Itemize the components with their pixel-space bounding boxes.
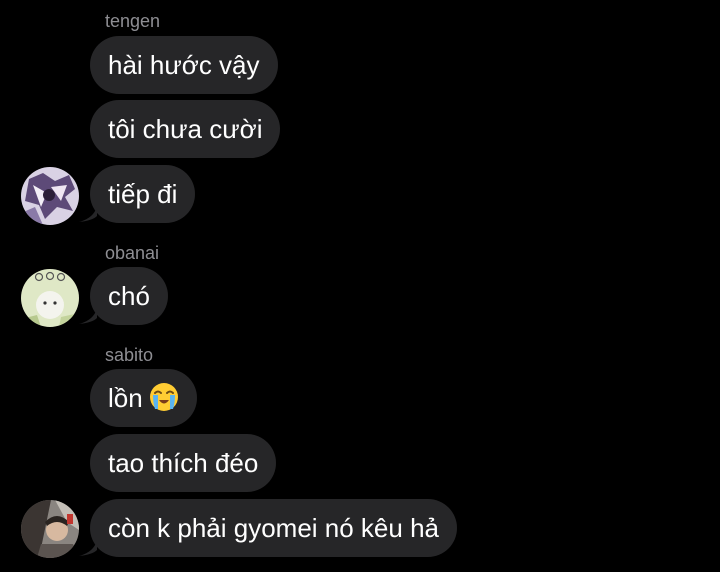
avatar-image	[21, 167, 79, 225]
avatar-image	[21, 500, 79, 558]
message-text: lồn	[108, 383, 143, 413]
sender-name-tengen: tengen	[105, 11, 161, 31]
message-bubble[interactable]: lồn	[90, 369, 197, 427]
message-text: chó	[108, 281, 150, 311]
avatar-image	[21, 269, 79, 327]
message-bubble[interactable]: chó	[90, 267, 168, 325]
bubble-tail	[79, 206, 97, 222]
message-bubble[interactable]: hài hước vậy	[90, 36, 278, 94]
bubble-tail	[79, 540, 97, 556]
avatar-sabito[interactable]	[21, 500, 79, 558]
sender-name-sabito: sabito	[105, 345, 154, 365]
avatar-tengen[interactable]	[21, 167, 79, 225]
message-text: hài hước vậy	[108, 50, 260, 80]
message-text: tao thích đéo	[108, 448, 259, 478]
message-text: tiếp đi	[108, 179, 178, 209]
loudly-crying-face-emoji	[149, 383, 178, 411]
message-bubble[interactable]: tao thích đéo	[90, 434, 277, 492]
message-text: còn k phải gyomei nó kêu hả	[108, 513, 439, 543]
message-bubble[interactable]: tôi chưa cười	[90, 100, 281, 158]
message-bubble[interactable]: còn k phải gyomei nó kêu hả	[90, 499, 457, 557]
sender-name-obanai: obanai	[105, 243, 160, 263]
bubble-tail	[79, 308, 97, 324]
message-bubble[interactable]: tiếp đi	[90, 165, 196, 223]
avatar-obanai[interactable]	[21, 269, 79, 327]
message-text: tôi chưa cười	[108, 114, 263, 144]
